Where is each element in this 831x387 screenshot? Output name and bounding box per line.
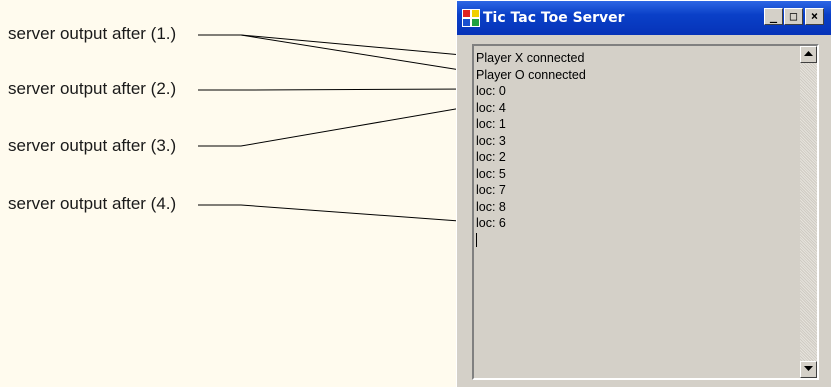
log-line: Player X connected: [476, 51, 585, 65]
scroll-down-button[interactable]: [800, 361, 817, 378]
log-line: loc: 8: [476, 199, 506, 214]
log-line: loc: 1: [476, 117, 506, 131]
server-output-text: Player X connected Player O connected lo…: [476, 50, 586, 247]
vertical-scrollbar[interactable]: [800, 46, 817, 378]
log-line: loc: 4: [476, 100, 506, 115]
server-window: Tic Tac Toe Server _ □ × Player X connec…: [456, 0, 831, 387]
title-bar[interactable]: Tic Tac Toe Server _ □ ×: [457, 1, 831, 35]
maximize-button[interactable]: □: [784, 8, 803, 25]
text-caret: [476, 232, 477, 247]
arrow-1a: [198, 34, 474, 60]
log-line: loc: 6: [476, 216, 506, 230]
close-button[interactable]: ×: [805, 8, 824, 25]
log-line: Player O connected: [476, 67, 586, 82]
minimize-button[interactable]: _: [764, 8, 783, 25]
arrow-1b: [240, 34, 474, 75]
window-title: Tic Tac Toe Server: [483, 10, 625, 26]
arrow-down-icon: [804, 366, 813, 371]
log-line: loc: 0: [476, 84, 506, 98]
app-icon: [462, 9, 480, 27]
log-line: loc: 7: [476, 183, 506, 197]
scroll-up-button[interactable]: [800, 46, 817, 63]
log-line: loc: 5: [476, 166, 506, 181]
log-line: loc: 3: [476, 133, 506, 148]
log-line: loc: 2: [476, 150, 506, 164]
server-output-textbox[interactable]: Player X connected Player O connected lo…: [472, 44, 819, 380]
arrow-4: [198, 204, 474, 226]
arrow-up-icon: [804, 51, 813, 56]
arrow-3: [198, 103, 474, 147]
arrow-2: [198, 85, 474, 94]
